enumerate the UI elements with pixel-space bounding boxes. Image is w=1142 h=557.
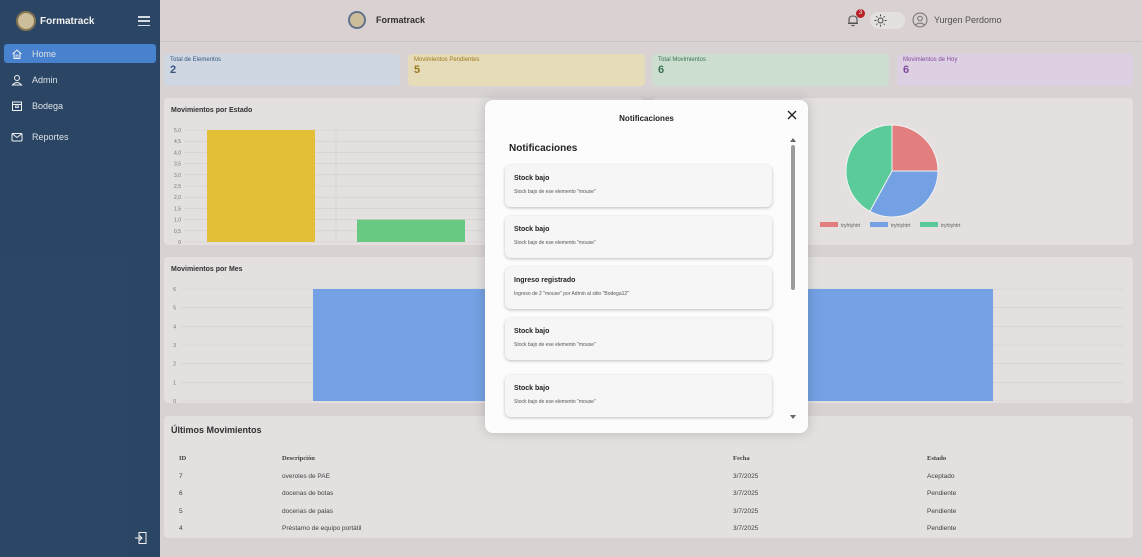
notification-message: Stock bajo de ese elemento "mouse" xyxy=(514,189,596,195)
notification-title: Stock bajo xyxy=(514,328,550,335)
modal-title: Notificaciones xyxy=(619,114,674,123)
modal-heading: Notificaciones xyxy=(509,143,578,154)
notification-title: Stock bajo xyxy=(514,175,550,182)
close-icon[interactable] xyxy=(786,108,798,120)
notification-message: Stock bajo de ese elemento "mouse" xyxy=(514,240,596,246)
notification-item[interactable]: Stock bajo Stock bajo de ese elemento "m… xyxy=(505,165,772,207)
notification-item[interactable]: Stock bajo Stock bajo de ese elemento "m… xyxy=(505,216,772,258)
notification-title: Ingreso registrado xyxy=(514,277,576,284)
notifications-scrollbar[interactable] xyxy=(790,135,796,420)
scroll-up-icon[interactable] xyxy=(790,138,796,142)
notifications-modal: Notificaciones Notificaciones Stock bajo… xyxy=(485,100,808,433)
notification-message: Stock bajo de ese elemento "mouse" xyxy=(514,342,596,348)
notification-item[interactable]: Stock bajo Stock bajo de ese elemento "m… xyxy=(505,318,772,360)
scroll-thumb[interactable] xyxy=(791,145,795,290)
notification-item[interactable]: Ingreso registrado Ingreso de 2 "mouse" … xyxy=(505,267,772,309)
notification-item[interactable]: Stock bajo Stock bajo de ese elemento "m… xyxy=(505,375,772,417)
notification-message: Stock bajo de ese elemento "mouse" xyxy=(514,399,596,405)
notification-title: Stock bajo xyxy=(514,385,550,392)
notification-message: Ingreso de 2 "mouse" por Admin al sitio … xyxy=(514,291,629,297)
scroll-down-icon[interactable] xyxy=(790,415,796,419)
notification-title: Stock bajo xyxy=(514,226,550,233)
